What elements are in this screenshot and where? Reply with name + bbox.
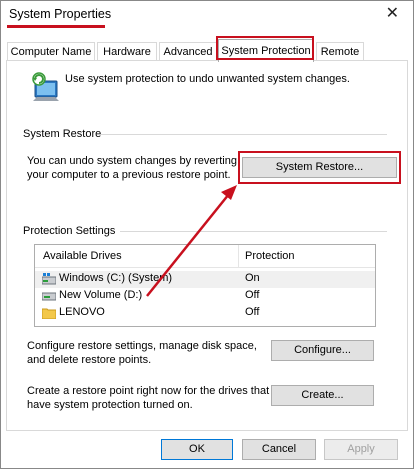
list-item[interactable]: New Volume (D:) Off xyxy=(35,288,375,305)
apply-button[interactable]: Apply xyxy=(324,439,398,460)
protection-settings-group-title: Protection Settings xyxy=(23,225,116,237)
system-restore-description: You can undo system changes by reverting… xyxy=(27,154,242,182)
column-header-protection[interactable]: Protection xyxy=(245,250,295,262)
tab-strip: Computer Name Hardware Advanced System P… xyxy=(7,36,407,62)
drive-name: New Volume (D:) xyxy=(59,289,143,301)
drive-name: Windows (C:) (System) xyxy=(59,272,173,284)
drive-name: LENOVO xyxy=(59,306,105,318)
column-separator xyxy=(238,245,239,267)
list-item[interactable]: LENOVO Off xyxy=(35,305,375,322)
cancel-button[interactable]: Cancel xyxy=(242,439,316,460)
create-button[interactable]: Create... xyxy=(271,385,374,406)
tab-remote[interactable]: Remote xyxy=(316,42,364,61)
tab-advanced[interactable]: Advanced xyxy=(159,42,217,61)
configure-button[interactable]: Configure... xyxy=(271,340,374,361)
drive-icon xyxy=(42,292,56,301)
system-restore-group-title: System Restore xyxy=(23,128,102,140)
drives-list-header: Available Drives Protection xyxy=(35,245,375,268)
drives-list[interactable]: Available Drives Protection Windows (C:)… xyxy=(34,244,376,327)
column-header-drives[interactable]: Available Drives xyxy=(43,250,122,262)
create-text-line: Create a restore point right now for the… xyxy=(27,385,270,397)
ok-button[interactable]: OK xyxy=(161,439,233,460)
drive-protection-status: Off xyxy=(245,306,260,318)
system-restore-text-line: You can undo system changes by reverting xyxy=(27,155,237,167)
drive-protection-status: Off xyxy=(245,289,260,301)
system-protection-panel: Use system protection to undo unwanted s… xyxy=(6,60,408,431)
group-divider xyxy=(101,134,387,135)
create-description: Create a restore point right now for the… xyxy=(27,384,269,412)
system-restore-text-line: your computer to a previous restore poin… xyxy=(27,169,231,181)
list-item[interactable]: Windows (C:) (System) On xyxy=(35,271,375,288)
configure-text-line: Configure restore settings, manage disk … xyxy=(27,340,257,352)
drive-protection-status: On xyxy=(245,272,260,284)
configure-description: Configure restore settings, manage disk … xyxy=(27,339,257,367)
computer-shield-icon xyxy=(32,72,59,101)
intro-text: Use system protection to undo unwanted s… xyxy=(65,73,350,85)
system-drive-icon xyxy=(42,273,56,285)
title-underline-annotation xyxy=(7,25,105,28)
tab-system-protection[interactable]: System Protection xyxy=(218,39,314,62)
tab-computer-name[interactable]: Computer Name xyxy=(7,42,95,61)
system-properties-window: System Properties ✕ Computer Name Hardwa… xyxy=(0,0,414,469)
title-bar: System Properties ✕ xyxy=(1,1,413,31)
system-restore-highlight-annotation xyxy=(238,151,401,184)
tab-hardware[interactable]: Hardware xyxy=(97,42,157,61)
configure-text-line: and delete restore points. xyxy=(27,354,152,366)
close-icon[interactable]: ✕ xyxy=(386,6,399,22)
window-title: System Properties xyxy=(9,7,112,21)
group-divider xyxy=(120,231,387,232)
create-text-line: have system protection turned on. xyxy=(27,399,193,411)
folder-drive-icon xyxy=(42,308,56,319)
